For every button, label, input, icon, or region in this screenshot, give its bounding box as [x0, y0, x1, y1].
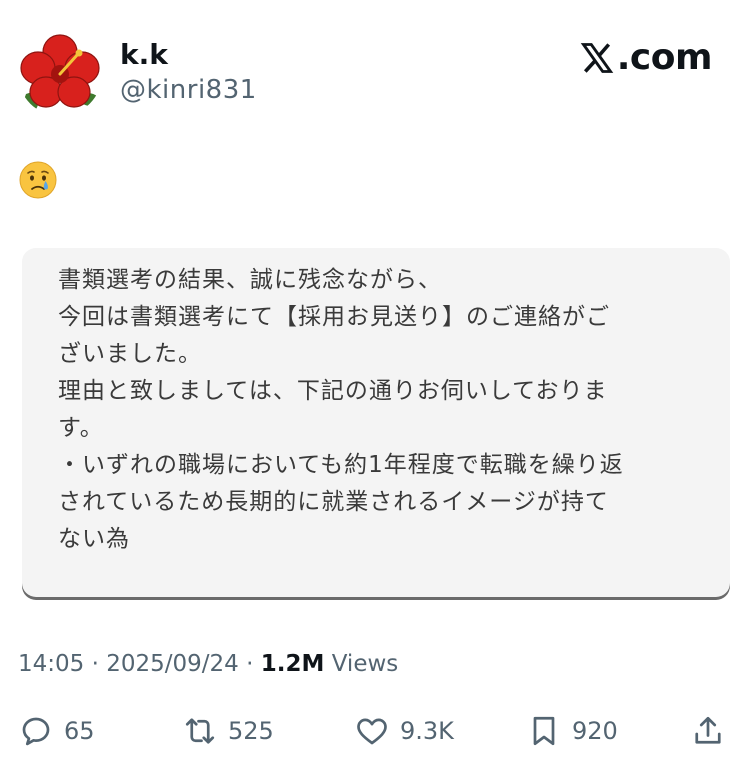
post-time[interactable]: 14:05: [18, 651, 84, 677]
views-label: Views: [324, 651, 399, 677]
meta-separator: ·: [84, 651, 107, 677]
bookmark-icon: [533, 716, 555, 746]
reply-icon: [22, 717, 50, 746]
image-text-line: 理由と致しましては、下記の通りお伺いしておりま: [58, 378, 608, 404]
reply-button[interactable]: 65: [18, 706, 95, 756]
post-page: k.k @kinri831 .com 書類選考の結果、誠に残念ながら、 今回は書…: [0, 0, 750, 775]
reply-count: 65: [64, 717, 95, 745]
share-button[interactable]: [690, 706, 726, 756]
repost-button[interactable]: 525: [182, 706, 274, 756]
x-logo-icon: [580, 43, 613, 73]
repost-icon: [185, 718, 215, 744]
like-button[interactable]: 9.3K: [354, 706, 454, 756]
bookmark-count: 920: [572, 717, 618, 745]
attached-image[interactable]: 書類選考の結果、誠に残念ながら、 今回は書類選考にて【採用お見送り】のご連絡がご…: [22, 248, 730, 600]
share-icon: [695, 716, 721, 744]
image-text-line: されているため長期的に就業されるイメージが持て: [58, 489, 609, 515]
image-text-line: 今回は書類選考にて【採用お見送り】のご連絡がご: [58, 304, 610, 330]
hibiscus-flower-icon: [20, 34, 100, 112]
author-name[interactable]: k.k: [120, 38, 168, 72]
action-bar: 65 525 9.3K 920: [0, 706, 750, 756]
brand-text: .com: [616, 37, 713, 78]
bookmark-button[interactable]: 920: [526, 706, 618, 756]
image-text-line: ない為: [58, 526, 130, 552]
post-date[interactable]: 2025/09/24: [106, 651, 239, 677]
author-handle[interactable]: @kinri831: [120, 74, 257, 106]
views-count[interactable]: 1.2M: [261, 651, 325, 677]
crying-face-icon: [18, 160, 58, 200]
image-text-line: ざいました。: [58, 341, 202, 367]
repost-count: 525: [228, 717, 274, 745]
brand-logo: .com: [579, 36, 713, 80]
image-text-line: ・いずれの職場においても約1年程度で転職を繰り返: [58, 452, 624, 478]
image-text-line: 書類選考の結果、誠に残念ながら、: [58, 267, 442, 293]
post-meta: 14:05 · 2025/09/24 · 1.2M Views: [18, 648, 398, 680]
like-count: 9.3K: [400, 717, 454, 745]
image-text-line: す。: [58, 415, 104, 441]
heart-icon: [357, 718, 387, 745]
meta-separator: ·: [238, 651, 261, 677]
avatar[interactable]: [18, 32, 102, 116]
